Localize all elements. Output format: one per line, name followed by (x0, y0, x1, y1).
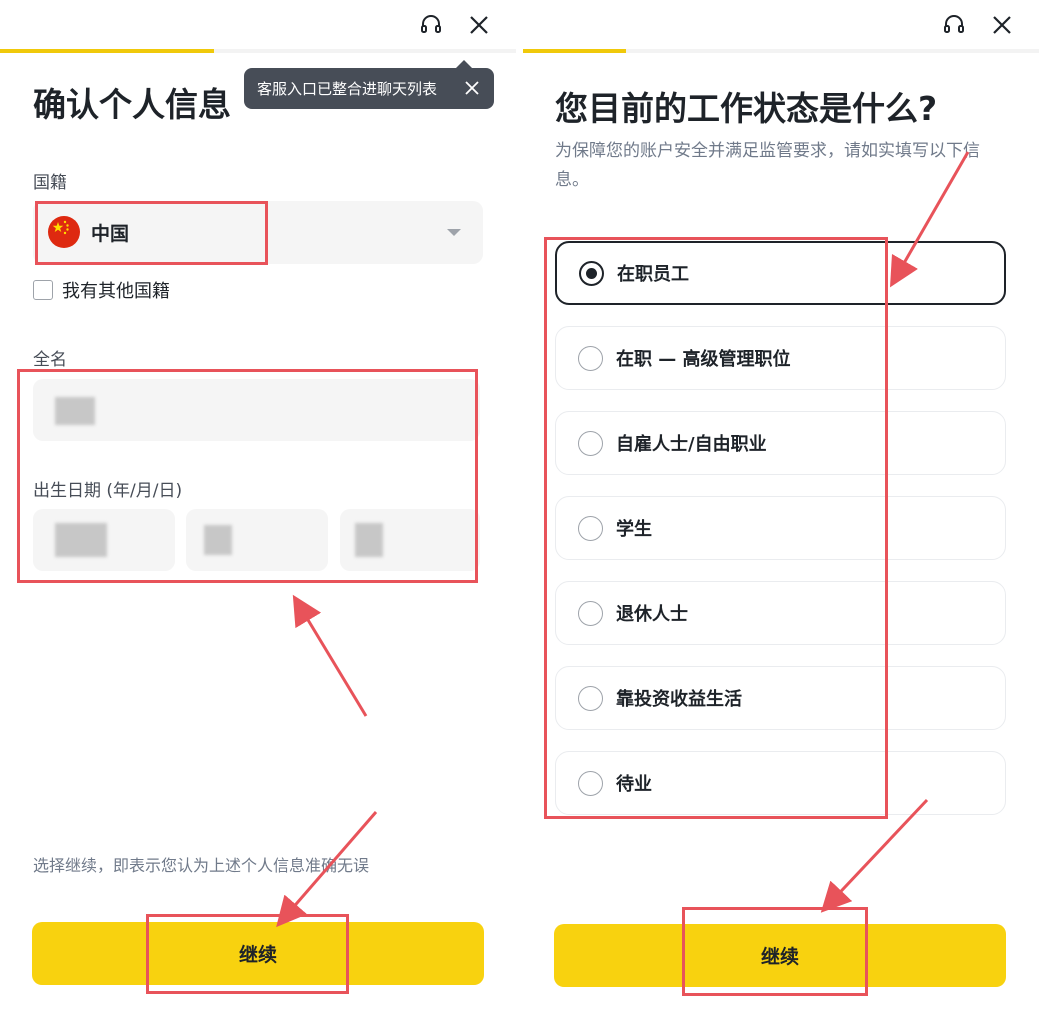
continue-button[interactable]: 继续 (32, 922, 484, 985)
top-toolbar (941, 12, 1015, 38)
nationality-label: 国籍 (33, 173, 67, 193)
radio-button[interactable] (579, 260, 604, 286)
progress-fill (0, 49, 214, 53)
birth-year-input[interactable] (33, 509, 175, 571)
redacted-month (204, 525, 232, 555)
china-flag-icon (48, 216, 80, 248)
birth-month-input[interactable] (186, 509, 328, 571)
page-title: 您目前的工作状态是什么? (555, 89, 938, 128)
nationality-value: 中国 (91, 223, 130, 245)
employment-option-label: 在职员工 (617, 264, 689, 285)
other-nationality-row[interactable]: 我有其他国籍 (33, 277, 170, 303)
redacted-year (55, 523, 107, 557)
radio-button[interactable] (578, 515, 603, 541)
radio-button[interactable] (578, 430, 603, 456)
panel-divider (516, 0, 523, 1011)
full-name-input[interactable] (33, 379, 480, 441)
employment-option[interactable]: 在职员工 (555, 241, 1006, 305)
tooltip-text: 客服入口已整合进聊天列表 (257, 80, 438, 98)
close-icon[interactable] (466, 12, 492, 38)
employment-option-label: 待业 (616, 774, 652, 795)
employment-status-panel: 您目前的工作状态是什么? 为保障您的账户安全并满足监管要求，请如实填写以下信息。… (523, 0, 1039, 1011)
employment-option[interactable]: 待业 (555, 751, 1006, 815)
employment-option-label: 自雇人士/自由职业 (616, 434, 767, 455)
employment-option[interactable]: 退休人士 (555, 581, 1006, 645)
employment-option-label: 靠投资收益生活 (616, 689, 742, 710)
radio-button[interactable] (578, 770, 603, 796)
employment-option[interactable]: 学生 (555, 496, 1006, 560)
progress-track (0, 49, 516, 53)
other-nationality-checkbox[interactable] (33, 280, 53, 300)
personal-info-panel: 确认个人信息 客服入口已整合进聊天列表 国籍 中国 我有其他国籍 全名 出生日期… (0, 0, 516, 1011)
full-name-label: 全名 (33, 350, 67, 370)
page-subtitle: 为保障您的账户安全并满足监管要求，请如实填写以下信息。 (555, 141, 980, 190)
continue-button[interactable]: 继续 (554, 924, 1006, 987)
support-tooltip: 客服入口已整合进聊天列表 (244, 60, 494, 109)
close-icon[interactable] (989, 12, 1015, 38)
other-nationality-label: 我有其他国籍 (62, 281, 170, 302)
employment-option-label: 在职 — 高级管理职位 (616, 349, 791, 370)
top-toolbar (418, 12, 492, 38)
progress-track (523, 49, 1039, 53)
birth-date-label: 出生日期 (年/月/日) (33, 481, 183, 501)
radio-button[interactable] (578, 345, 603, 371)
page-title: 确认个人信息 (33, 85, 231, 124)
employment-option[interactable]: 在职 — 高级管理职位 (555, 326, 1006, 390)
close-icon[interactable] (462, 78, 482, 98)
caret-down-icon (447, 229, 461, 236)
nationality-select[interactable]: 中国 (33, 201, 483, 264)
redacted-name (55, 397, 95, 425)
headset-icon[interactable] (941, 12, 967, 38)
confirmation-note: 选择继续，即表示您认为上述个人信息准确无误 (33, 856, 370, 875)
employment-option[interactable]: 靠投资收益生活 (555, 666, 1006, 730)
tooltip-arrow (456, 60, 472, 68)
birth-day-input[interactable] (340, 509, 480, 571)
employment-option-label: 退休人士 (616, 604, 688, 625)
employment-option[interactable]: 自雇人士/自由职业 (555, 411, 1006, 475)
headset-icon[interactable] (418, 12, 444, 38)
employment-option-label: 学生 (616, 519, 652, 540)
progress-fill (523, 49, 626, 53)
radio-button[interactable] (578, 600, 603, 626)
radio-button[interactable] (578, 685, 603, 711)
redacted-day (355, 523, 383, 557)
